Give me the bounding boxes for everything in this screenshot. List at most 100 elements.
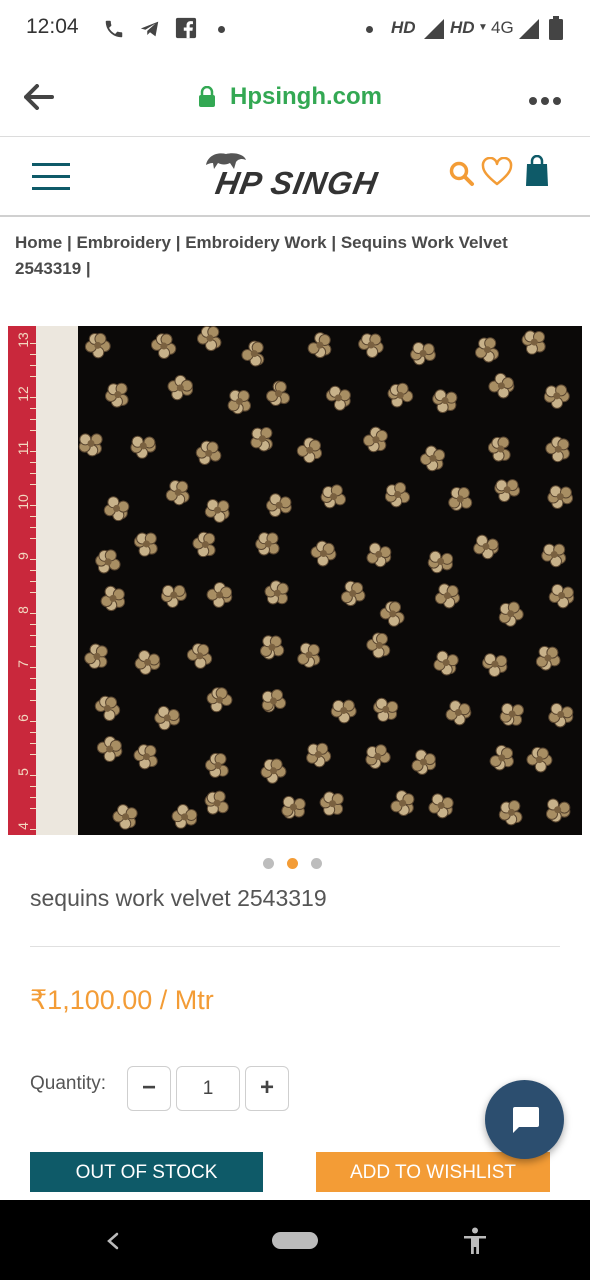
ruler-tick bbox=[30, 527, 36, 528]
accessibility-icon[interactable] bbox=[462, 1227, 488, 1255]
sequin-flower bbox=[241, 340, 265, 367]
sequin-flower bbox=[310, 540, 337, 567]
breadcrumb-separator: | bbox=[66, 233, 72, 252]
sequin-flower bbox=[204, 790, 229, 815]
more-options-icon[interactable] bbox=[529, 92, 561, 110]
sequin-flower bbox=[78, 433, 103, 457]
sequin-flower bbox=[130, 435, 157, 459]
sequin-flower bbox=[365, 744, 391, 769]
sequin-flower bbox=[105, 382, 129, 408]
sequin-flower bbox=[250, 426, 273, 452]
sequin-flower bbox=[261, 689, 287, 713]
sequin-flower bbox=[475, 337, 500, 363]
ruler-tick bbox=[30, 505, 36, 506]
ruler-tick bbox=[30, 808, 36, 809]
sequin-flower bbox=[196, 326, 222, 352]
sequin-flower bbox=[432, 389, 458, 414]
sequin-flower bbox=[526, 746, 553, 773]
nav-home-pill[interactable] bbox=[272, 1232, 318, 1249]
ruler-number: 11 bbox=[15, 440, 31, 456]
sequin-flower bbox=[384, 481, 411, 508]
ruler-tick bbox=[30, 538, 36, 539]
quantity-input[interactable]: 1 bbox=[176, 1066, 240, 1111]
sequin-flower bbox=[255, 532, 280, 556]
breadcrumb-home[interactable]: Home bbox=[15, 233, 62, 252]
breadcrumb-separator: | bbox=[331, 233, 337, 252]
signal-icon-2 bbox=[519, 19, 539, 39]
sequin-flower bbox=[448, 487, 473, 511]
ruler-tick bbox=[30, 829, 36, 830]
sequin-flower bbox=[482, 653, 508, 678]
divider bbox=[30, 946, 560, 947]
status-time: 12:04 bbox=[26, 15, 79, 38]
ruler-tick bbox=[30, 570, 36, 571]
ruler-number: 5 bbox=[15, 768, 31, 776]
search-icon[interactable] bbox=[449, 161, 475, 187]
network-4g-label: 4G bbox=[491, 18, 514, 37]
sequin-flower bbox=[206, 687, 233, 713]
sequin-flower bbox=[363, 426, 388, 453]
ruler-tick bbox=[30, 646, 36, 647]
sequin-flower bbox=[473, 534, 499, 560]
nav-back-icon[interactable] bbox=[106, 1232, 120, 1250]
sequin-flower bbox=[541, 543, 567, 568]
sequin-flower bbox=[545, 798, 571, 823]
sequin-flower bbox=[434, 583, 461, 609]
sequin-flower bbox=[266, 493, 292, 518]
url-text[interactable]: Hpsingh.com bbox=[230, 83, 382, 111]
status-bar: 12:04 HD HD ▼ 4G bbox=[0, 0, 590, 60]
sequin-flower bbox=[160, 584, 187, 608]
product-price: ₹1,100.00 / Mtr bbox=[30, 985, 214, 1015]
out-of-stock-button[interactable]: OUT OF STOCK bbox=[30, 1152, 263, 1192]
signal-icon bbox=[424, 19, 444, 39]
wishlist-heart-icon[interactable] bbox=[481, 157, 513, 187]
sequin-flower bbox=[390, 790, 415, 817]
carousel-dot-active[interactable] bbox=[287, 858, 298, 869]
network-hd-label: HD bbox=[391, 18, 416, 37]
sequin-flower bbox=[264, 580, 289, 605]
ruler-tick bbox=[30, 797, 36, 798]
ruler-tick bbox=[30, 721, 36, 722]
sequin-flower bbox=[84, 332, 111, 359]
quantity-increase-button[interactable]: + bbox=[245, 1066, 289, 1111]
sequin-flower bbox=[306, 742, 332, 768]
breadcrumb-embroidery-work[interactable]: Embroidery Work bbox=[185, 233, 326, 252]
sequin-flower bbox=[373, 697, 399, 722]
battery-icon bbox=[549, 16, 563, 40]
sequin-flower bbox=[427, 550, 454, 574]
shopping-bag-icon[interactable] bbox=[525, 155, 549, 187]
lock-icon bbox=[199, 86, 215, 107]
back-arrow-icon[interactable] bbox=[24, 84, 54, 110]
product-image[interactable]: 13 12 11 10 9 8 7 6 5 4 bbox=[8, 326, 582, 835]
sequin-flower bbox=[366, 632, 391, 659]
sequin-flower bbox=[494, 479, 521, 503]
sequin-pattern bbox=[78, 326, 575, 830]
breadcrumb-separator: | bbox=[85, 259, 91, 278]
sequin-flower bbox=[330, 699, 357, 724]
sequin-flower bbox=[195, 440, 222, 465]
sequin-flower bbox=[379, 601, 405, 627]
chat-button[interactable] bbox=[485, 1080, 564, 1159]
sequin-flower bbox=[150, 333, 177, 359]
sequin-flower bbox=[171, 804, 198, 829]
telegram-icon bbox=[140, 21, 159, 37]
notification-dot-icon bbox=[218, 26, 225, 33]
site-logo[interactable]: HP SINGH bbox=[204, 151, 381, 201]
sequin-flower bbox=[204, 499, 230, 523]
ruler-tick bbox=[30, 376, 36, 377]
ruler-tick bbox=[30, 365, 36, 366]
ruler-tick bbox=[30, 559, 36, 560]
carousel-dot[interactable] bbox=[311, 858, 322, 869]
facebook-icon bbox=[175, 17, 197, 39]
quantity-decrease-button[interactable]: − bbox=[127, 1066, 171, 1111]
hamburger-menu-icon[interactable] bbox=[32, 163, 70, 190]
ruler-tick bbox=[30, 484, 36, 485]
ruler-number: 9 bbox=[15, 552, 31, 560]
site-header: HP SINGH bbox=[0, 137, 590, 217]
carousel-dot[interactable] bbox=[263, 858, 274, 869]
ruler-tick bbox=[30, 667, 36, 668]
sequin-flower bbox=[297, 642, 321, 668]
data-arrow-icon: ▼ bbox=[478, 22, 488, 33]
breadcrumb-embroidery[interactable]: Embroidery bbox=[76, 233, 170, 252]
sequin-flower bbox=[84, 643, 108, 669]
